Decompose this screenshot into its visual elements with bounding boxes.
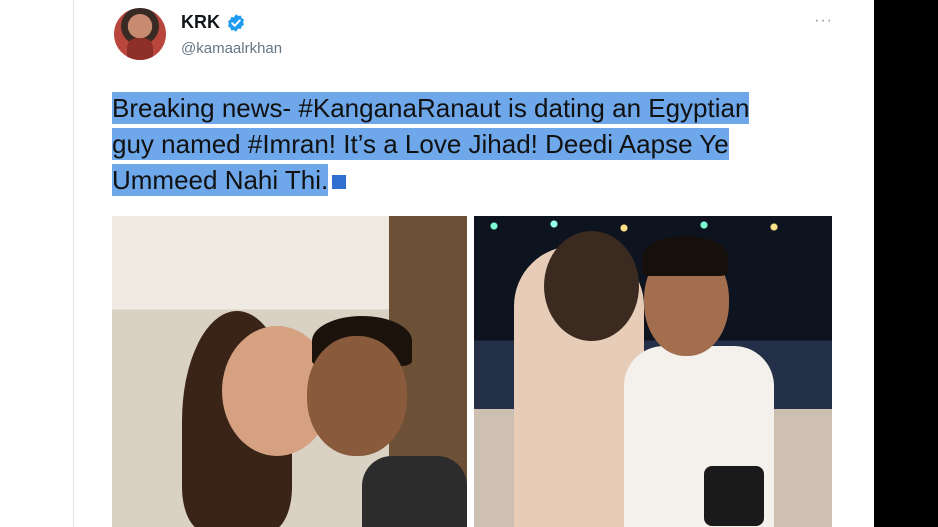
photo-content — [307, 336, 407, 456]
tweet-text-line: guy named #Imran! It’s a Love Jihad! Dee… — [112, 128, 729, 160]
photo-content — [362, 456, 467, 527]
tweet-text: Breaking news- #KanganaRanaut is dating … — [112, 90, 832, 198]
tweet-photo[interactable] — [112, 216, 467, 527]
tweet-photo[interactable] — [474, 216, 832, 527]
right-black-bar — [874, 0, 938, 527]
author-display-name[interactable]: KRK — [181, 12, 220, 33]
tweet-text-line: Breaking news- #KanganaRanaut is dating … — [112, 92, 750, 124]
photo-content — [474, 216, 832, 236]
photo-content — [544, 231, 639, 341]
author-handle[interactable]: @kamaalrkhan — [181, 40, 282, 57]
tweet-text-line: Ummeed Nahi Thi. — [112, 164, 329, 196]
author-name-row[interactable]: KRK — [181, 12, 246, 33]
tweet-card[interactable]: KRK @kamaalrkhan ··· Breaking news- #Kan… — [74, 0, 874, 527]
text-selection-caret-icon — [332, 175, 347, 190]
photo-content — [642, 236, 728, 276]
author-avatar[interactable] — [114, 8, 166, 60]
verified-badge-icon — [228, 13, 244, 32]
tweet-media[interactable] — [112, 216, 832, 527]
left-margin — [0, 0, 74, 527]
photo-content — [704, 466, 764, 526]
more-options-icon[interactable]: ··· — [814, 12, 833, 30]
